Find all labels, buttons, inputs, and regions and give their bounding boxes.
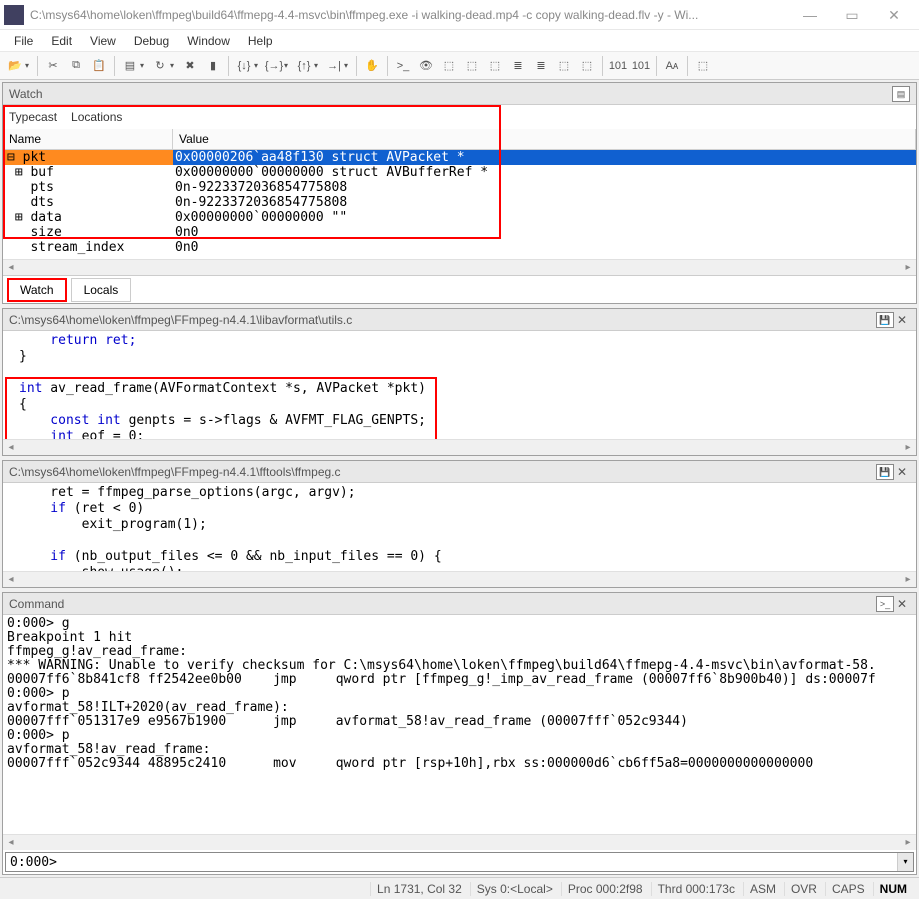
stop-icon[interactable]: ✖ <box>179 55 201 77</box>
tab-watch[interactable]: Watch <box>7 278 67 302</box>
watch-hscroll[interactable]: ◂▸ <box>3 259 916 275</box>
close-icon[interactable]: ✕ <box>894 465 910 479</box>
asm-mode-icon[interactable]: 101 <box>630 55 652 77</box>
maximize-button[interactable]: ▭ <box>831 2 873 28</box>
source-path-utils: C:\msys64\home\loken\ffmpeg\FFmpeg-n4.4.… <box>9 313 352 327</box>
save-icon[interactable]: 💾 <box>876 464 894 480</box>
step-into-icon[interactable]: {↓} <box>233 55 255 77</box>
source-panel-utils: C:\msys64\home\loken\ffmpeg\FFmpeg-n4.4.… <box>2 308 917 456</box>
menu-edit[interactable]: Edit <box>43 32 80 49</box>
watch-row[interactable]: dts0n-9223372036854775808 <box>3 195 916 210</box>
watch-subheader: Typecast Locations <box>3 105 916 129</box>
memory-icon[interactable]: ⬚ <box>484 55 506 77</box>
command-input-row: ▾ <box>5 852 914 872</box>
command-title: Command <box>9 597 64 611</box>
cmd-menu-icon[interactable]: >_ <box>876 596 894 612</box>
status-caps: CAPS <box>825 882 871 896</box>
panel-menu-icon[interactable]: ▤ <box>892 86 910 102</box>
command-history-dropdown-icon[interactable]: ▾ <box>897 853 913 871</box>
source-body-ffmpeg[interactable]: ret = ffmpeg_parse_options(argc, argv); … <box>3 483 916 571</box>
menu-file[interactable]: File <box>6 32 41 49</box>
watch-row[interactable]: size0n0 <box>3 225 916 240</box>
status-sys: Sys 0:<Local> <box>470 882 559 896</box>
open-icon[interactable]: 📂 <box>4 55 26 77</box>
src2-hscroll[interactable]: ◂▸ <box>3 571 916 587</box>
cmd-hscroll[interactable]: ◂▸ <box>3 834 916 850</box>
watch-grid-header: Name Value <box>3 129 916 150</box>
close-button[interactable]: ✕ <box>873 2 915 28</box>
watch-row[interactable]: ⊟ pkt0x00000206`aa48f130 struct AVPacket… <box>3 150 916 165</box>
cmd-icon[interactable]: >_ <box>392 55 414 77</box>
watch-header: Watch ▤ <box>3 83 916 105</box>
step-over-icon[interactable]: {→} <box>263 55 285 77</box>
toolbar: 📂▾ ✂ ⧉ 📋 ▤▾ ↻▾ ✖ ▮ {↓}▾ {→}▾ {↑}▾ →|▾ ✋ … <box>0 52 919 80</box>
processes-icon[interactable]: ⬚ <box>576 55 598 77</box>
menu-help[interactable]: Help <box>240 32 281 49</box>
tab-locals[interactable]: Locals <box>71 278 132 302</box>
watch-title: Watch <box>9 87 43 101</box>
close-icon[interactable]: ✕ <box>894 597 910 611</box>
registers-icon[interactable]: ⬚ <box>461 55 483 77</box>
col-value[interactable]: Value <box>173 129 916 149</box>
titlebar: C:\msys64\home\loken\ffmpeg\build64\ffme… <box>0 0 919 30</box>
cut-icon[interactable]: ✂ <box>42 55 64 77</box>
source-header-ffmpeg: C:\msys64\home\loken\ffmpeg\FFmpeg-n4.4.… <box>3 461 916 483</box>
locations-label[interactable]: Locations <box>71 110 122 124</box>
status-thrd: Thrd 000:173c <box>651 882 741 896</box>
scratch-icon[interactable]: ⬚ <box>553 55 575 77</box>
run-to-icon[interactable]: →| <box>323 55 345 77</box>
watch-row[interactable]: ⊞ data0x00000000`00000000 "" <box>3 210 916 225</box>
watch-row[interactable]: pts0n-9223372036854775808 <box>3 180 916 195</box>
source-header-utils: C:\msys64\home\loken\ffmpeg\FFmpeg-n4.4.… <box>3 309 916 331</box>
command-input[interactable] <box>6 853 897 871</box>
source-mode-icon[interactable]: 101 <box>607 55 629 77</box>
watch-panel: Watch ▤ Typecast Locations Name Value ⊟ … <box>2 82 917 304</box>
typecast-label[interactable]: Typecast <box>9 110 57 124</box>
close-icon[interactable]: ✕ <box>894 313 910 327</box>
source-body-utils[interactable]: return ret; } int av_read_frame(AVFormat… <box>3 331 916 439</box>
save-icon[interactable]: 💾 <box>876 312 894 328</box>
minimize-button[interactable]: — <box>789 2 831 28</box>
command-panel: Command >_ ✕ 0:000> g Breakpoint 1 hit f… <box>2 592 917 875</box>
command-output[interactable]: 0:000> g Breakpoint 1 hit ffmpeg_g!av_re… <box>3 615 916 834</box>
menu-debug[interactable]: Debug <box>126 32 177 49</box>
paste-icon[interactable]: 📋 <box>88 55 110 77</box>
menubar: File Edit View Debug Window Help <box>0 30 919 52</box>
callstack-icon[interactable]: ≣ <box>507 55 529 77</box>
watch-icon[interactable]: 👁 <box>415 55 437 77</box>
breakpoints-icon[interactable]: ✋ <box>361 55 383 77</box>
disasm-icon[interactable]: ≣ <box>530 55 552 77</box>
col-name[interactable]: Name <box>3 129 173 149</box>
step-out-icon[interactable]: {↑} <box>293 55 315 77</box>
status-proc: Proc 000:2f98 <box>561 882 649 896</box>
options-icon[interactable]: ⬚ <box>692 55 714 77</box>
go-icon[interactable]: ▤ <box>119 55 141 77</box>
source-path-ffmpeg: C:\msys64\home\loken\ffmpeg\FFmpeg-n4.4.… <box>9 465 341 479</box>
locals-icon[interactable]: ⬚ <box>438 55 460 77</box>
statusbar: Ln 1731, Col 32 Sys 0:<Local> Proc 000:2… <box>0 877 919 899</box>
status-num: NUM <box>873 882 913 896</box>
restart-icon[interactable]: ↻ <box>149 55 171 77</box>
menu-view[interactable]: View <box>82 32 124 49</box>
watch-row[interactable]: stream_index0n0 <box>3 240 916 255</box>
src1-hscroll[interactable]: ◂▸ <box>3 439 916 455</box>
status-asm: ASM <box>743 882 782 896</box>
watch-grid-rows[interactable]: ⊟ pkt0x00000206`aa48f130 struct AVPacket… <box>3 150 916 259</box>
menu-window[interactable]: Window <box>179 32 238 49</box>
status-ovr: OVR <box>784 882 823 896</box>
status-ln-col: Ln 1731, Col 32 <box>370 882 468 896</box>
app-icon <box>4 5 24 25</box>
window-title: C:\msys64\home\loken\ffmpeg\build64\ffme… <box>30 8 789 22</box>
source-panel-ffmpeg: C:\msys64\home\loken\ffmpeg\FFmpeg-n4.4.… <box>2 460 917 588</box>
watch-tabs: Watch Locals <box>3 275 916 303</box>
command-header: Command >_ ✕ <box>3 593 916 615</box>
copy-icon[interactable]: ⧉ <box>65 55 87 77</box>
watch-row[interactable]: ⊞ buf0x00000000`00000000 struct AVBuffer… <box>3 165 916 180</box>
break-icon[interactable]: ▮ <box>202 55 224 77</box>
font-icon[interactable]: Aᴀ <box>661 55 683 77</box>
